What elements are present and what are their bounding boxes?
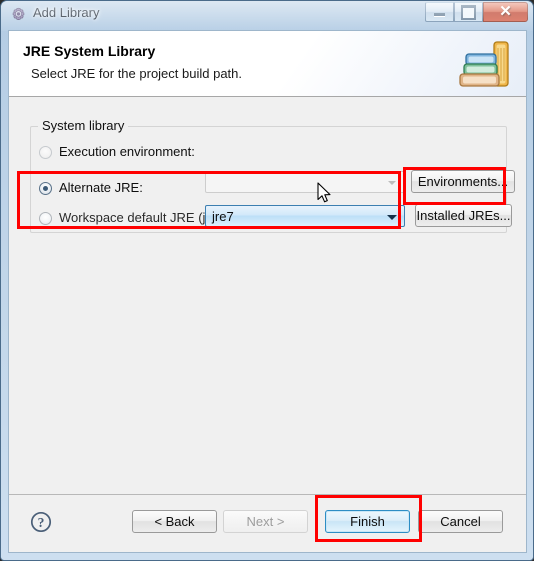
page-description: Select JRE for the project build path. (31, 66, 243, 81)
gear-icon (10, 6, 27, 23)
alternate-jre-combo[interactable]: jre7 (205, 205, 405, 227)
dialog-client-area: JRE System Library Select JRE for the pr… (8, 30, 527, 553)
minimize-icon (426, 3, 453, 21)
execution-environment-combo[interactable] (205, 171, 405, 193)
books-stack-icon (454, 36, 516, 94)
cancel-button[interactable]: Cancel (418, 510, 503, 533)
chevron-down-icon[interactable] (388, 181, 396, 185)
radio-execution-environment[interactable] (39, 146, 52, 159)
close-icon: ✕ (499, 3, 512, 20)
next-button: Next > (223, 510, 308, 533)
radio-label-execution-environment: Execution environment: (59, 144, 195, 159)
title-bar[interactable]: Add Library ✕ (1, 1, 533, 29)
minimize-button[interactable] (425, 2, 454, 22)
environments-button[interactable]: Environments... (411, 170, 515, 193)
window-title: Add Library (33, 5, 100, 20)
alternate-jre-combo-value: jre7 (212, 209, 234, 224)
radio-alternate-jre[interactable] (39, 182, 52, 195)
radio-workspace-default-jre[interactable] (39, 212, 52, 225)
svg-text:?: ? (38, 515, 45, 530)
maximize-icon (455, 3, 482, 21)
close-button[interactable]: ✕ (483, 2, 528, 22)
radio-label-alternate-jre: Alternate JRE: (59, 180, 143, 195)
dialog-window: Add Library ✕ JRE System Library Select … (0, 0, 534, 561)
help-question-icon[interactable]: ? (30, 511, 52, 533)
groupbox-legend: System library (38, 118, 129, 133)
radio-label-workspace-default-jre: Workspace default JRE (jre7) (59, 210, 229, 225)
page-title: JRE System Library (23, 43, 156, 59)
wizard-header: JRE System Library Select JRE for the pr… (9, 31, 526, 97)
maximize-button[interactable] (454, 2, 483, 22)
back-button[interactable]: < Back (132, 510, 217, 533)
chevron-down-icon[interactable] (387, 215, 397, 220)
finish-button[interactable]: Finish (325, 510, 410, 533)
installed-jres-button[interactable]: Installed JREs... (415, 204, 512, 227)
